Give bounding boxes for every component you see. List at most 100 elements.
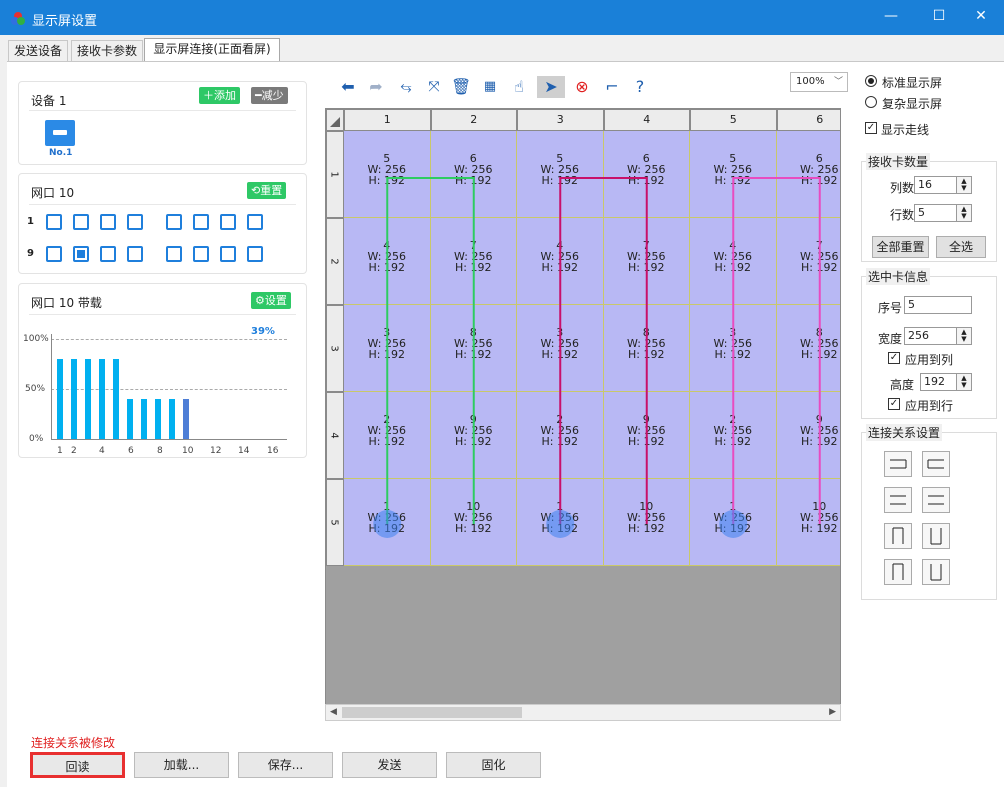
cancel-icon[interactable]: ⊗ <box>572 76 592 98</box>
y-tick-100: 100% <box>23 334 49 344</box>
device-label: No.1 <box>49 148 73 158</box>
solidify-button[interactable]: 固化 <box>446 752 541 778</box>
port-8[interactable] <box>247 214 263 230</box>
std-screen-radio[interactable] <box>865 75 877 87</box>
port-5[interactable] <box>166 214 182 230</box>
port-13[interactable] <box>166 246 182 262</box>
x-tick: 4 <box>99 446 105 456</box>
horizontal-scrollbar[interactable]: ◀ ▶ <box>325 704 841 721</box>
bandwidth-bar <box>141 399 147 439</box>
tab-send-device[interactable]: 发送设备 <box>8 40 68 62</box>
reset-button[interactable]: ⟲重置 <box>247 182 287 199</box>
port-6[interactable] <box>193 214 209 230</box>
pointer-icon[interactable]: ➤ <box>537 76 565 98</box>
hand-icon[interactable]: ☝ <box>509 76 529 98</box>
height-input[interactable]: 192 ▲ ▼ <box>920 373 972 391</box>
help-icon[interactable]: ? <box>630 76 650 98</box>
spin-icon[interactable]: ▲ ▼ <box>956 205 971 221</box>
maximize-button[interactable]: ☐ <box>924 8 954 24</box>
grid-icon[interactable]: ▦ <box>480 76 500 98</box>
route-vertical-rev-icon[interactable] <box>922 559 950 585</box>
port-12[interactable] <box>127 246 143 262</box>
show-route-checkbox[interactable]: ✓ <box>865 122 877 134</box>
reset-label: 重置 <box>260 184 283 197</box>
bandwidth-bar <box>169 399 175 439</box>
readback-button[interactable]: 回读 <box>30 752 125 778</box>
zoom-value: 100% <box>796 76 825 87</box>
port-2[interactable] <box>73 214 89 230</box>
reset-all-button[interactable]: 全部重置 <box>872 236 929 258</box>
rows-label: 行数 <box>890 208 915 222</box>
route-vertical-zigzag-icon[interactable] <box>884 559 912 585</box>
window-title: 显示屏设置 <box>32 14 98 29</box>
spin-icon[interactable]: ▲ ▼ <box>956 374 971 390</box>
spin-icon[interactable]: ▲ ▼ <box>956 328 971 344</box>
cols-label: 列数 <box>890 181 915 195</box>
route-horizontal-rev-icon[interactable] <box>922 487 950 513</box>
index-label: 序号 <box>878 301 903 315</box>
x-tick: 1 <box>57 446 63 456</box>
route-horizontal-ltr-icon[interactable] <box>922 451 950 477</box>
minimize-button[interactable]: — <box>876 8 906 24</box>
port-row-label-1: 1 <box>27 216 34 227</box>
delete-route-icon[interactable]: ⤧ <box>424 76 444 98</box>
clear-route-icon[interactable]: ⥃ <box>396 76 416 98</box>
route-start-marker <box>546 510 575 538</box>
route-vertical-up-icon[interactable] <box>922 523 950 549</box>
port-3[interactable] <box>100 214 116 230</box>
tab-screen-connection[interactable]: 显示屏连接(正面看屏) <box>144 38 280 62</box>
bandwidth-bar <box>155 399 161 439</box>
apply-col-label: 应用到列 <box>905 353 954 367</box>
route-vertical-down-icon[interactable] <box>884 523 912 549</box>
recv-count-title: 接收卡数量 <box>866 153 931 170</box>
port-10-selected[interactable] <box>73 246 89 262</box>
redo-icon[interactable]: ➦ <box>366 76 386 98</box>
spin-icon[interactable]: ▲ ▼ <box>956 177 971 193</box>
close-button[interactable]: ✕ <box>966 8 996 24</box>
sel-info-title: 选中卡信息 <box>866 268 931 285</box>
rows-input[interactable]: 5 ▲ ▼ <box>914 204 972 222</box>
apply-row-checkbox[interactable]: ✓ <box>888 398 900 410</box>
device-card-icon[interactable] <box>45 120 75 146</box>
route-horizontal-rtl-icon[interactable] <box>884 451 912 477</box>
route-start-marker <box>719 510 748 538</box>
scroll-left-icon[interactable]: ◀ <box>330 705 337 720</box>
port-15[interactable] <box>220 246 236 262</box>
port-11[interactable] <box>100 246 116 262</box>
settings-label: 设置 <box>264 294 287 307</box>
add-button[interactable]: ＋添加 <box>199 87 240 104</box>
port-1[interactable] <box>46 214 62 230</box>
scroll-right-icon[interactable]: ▶ <box>829 705 836 720</box>
undo-icon[interactable]: ⬅ <box>338 76 358 98</box>
load-button[interactable]: 加载... <box>134 752 229 778</box>
route-icon[interactable]: ⌐ <box>602 76 622 98</box>
apply-col-checkbox[interactable]: ✓ <box>888 352 900 364</box>
port-4[interactable] <box>127 214 143 230</box>
zoom-select[interactable]: 100% ﹀ <box>790 72 848 92</box>
tab-receiver-params[interactable]: 接收卡参数 <box>71 40 143 62</box>
complex-screen-radio[interactable] <box>865 96 877 108</box>
index-input[interactable]: 5 <box>904 296 972 314</box>
port-7[interactable] <box>220 214 236 230</box>
index-value: 5 <box>908 298 915 311</box>
save-button[interactable]: 保存... <box>238 752 333 778</box>
port-9[interactable] <box>46 246 62 262</box>
port-14[interactable] <box>193 246 209 262</box>
scroll-thumb[interactable] <box>342 707 522 718</box>
send-button[interactable]: 发送 <box>342 752 437 778</box>
screen-canvas[interactable]: 1 2 3 4 5 6 1 5 W: 256 H: 192 6 W: 256 H: 192 5 W: 256… <box>325 108 841 721</box>
port-16[interactable] <box>247 246 263 262</box>
select-all-button[interactable]: 全选 <box>936 236 986 258</box>
settings-button[interactable]: ⚙设置 <box>251 292 291 309</box>
x-axis <box>51 439 287 440</box>
y-tick-50: 50% <box>25 384 46 394</box>
trash-icon[interactable]: 🗑 <box>451 76 471 98</box>
cols-input[interactable]: 16 ▲ ▼ <box>914 176 972 194</box>
sel-info-group: 选中卡信息 序号 5 宽度 256 ▲ ▼ ✓ 应用到列 高度 192 ▲ ▼ ✓ 应用… <box>861 268 997 419</box>
bandwidth-bar <box>113 359 119 439</box>
x-tick: 10 <box>182 446 194 456</box>
route-horizontal-zigzag-icon[interactable] <box>884 487 912 513</box>
x-tick: 12 <box>210 446 222 456</box>
reduce-button[interactable]: ━减少 <box>251 87 288 104</box>
width-input[interactable]: 256 ▲ ▼ <box>904 327 972 345</box>
